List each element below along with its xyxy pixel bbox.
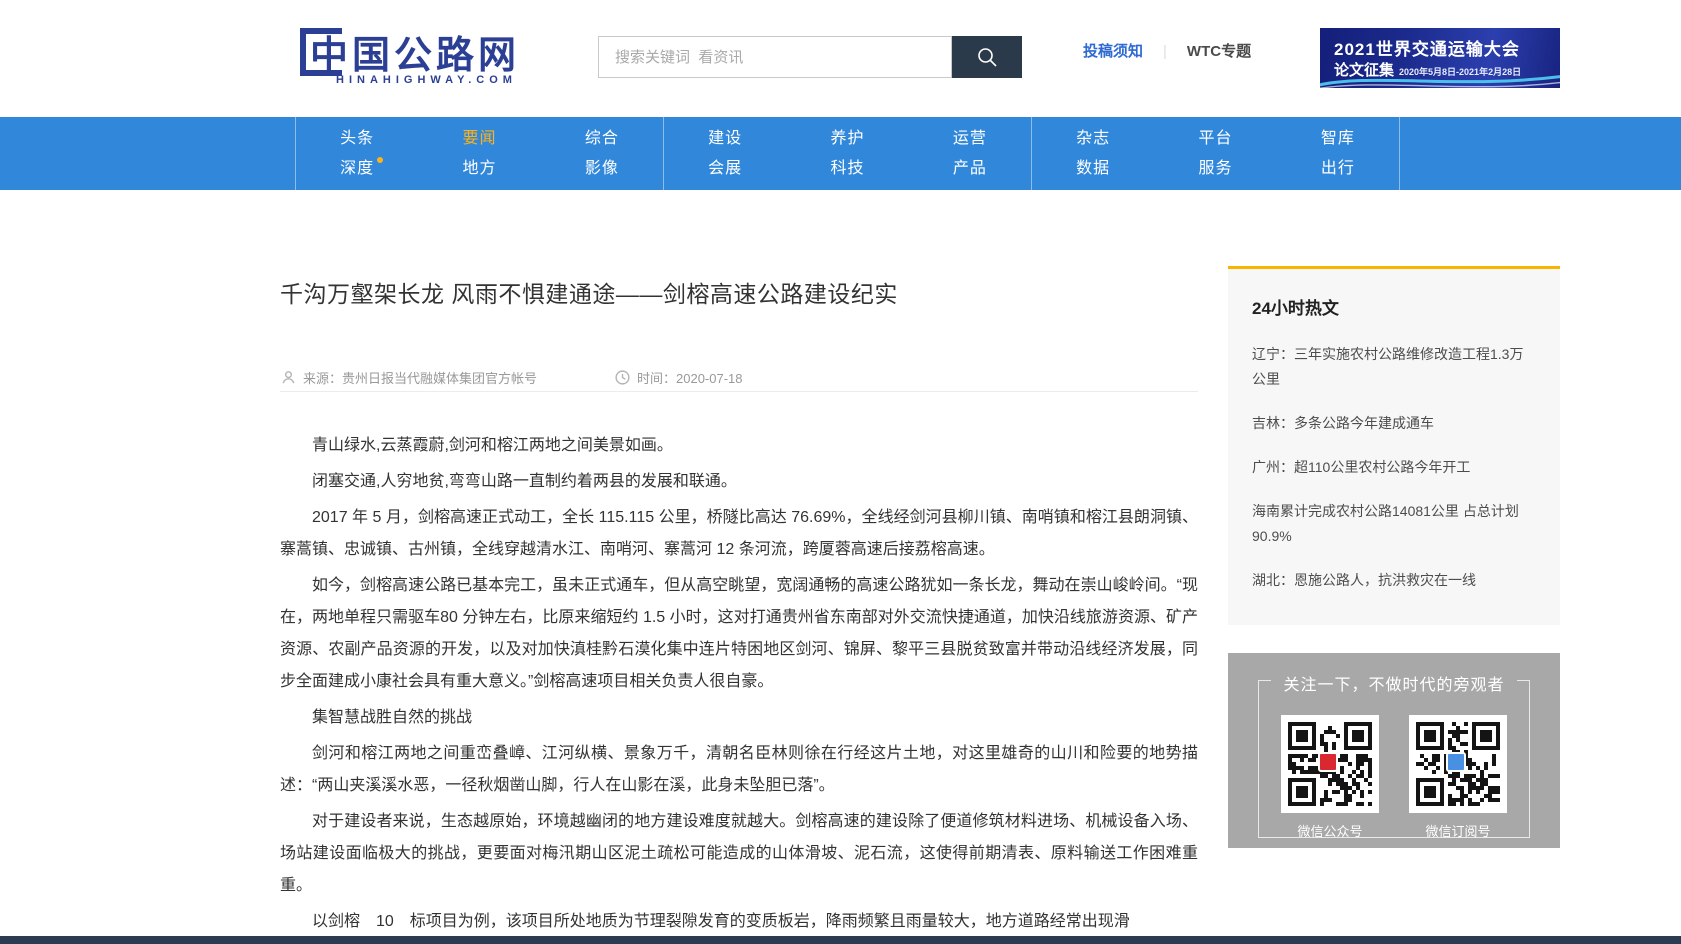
hot-article-link[interactable]: 广州：超110公里农村公路今年开工 [1252,455,1536,480]
article-paragraph: 闭塞交通,人穷地贫,弯弯山路一直制约着两县的发展和联通。 [280,466,1198,498]
nav-group: 建设会展养护科技运营产品 [663,117,1031,190]
qr-code-image [1409,715,1507,813]
article-time-wrap: 时间：2020-07-18 [614,368,743,387]
nav-column: 养护科技 [786,124,908,183]
article-paragraph: 剑河和榕江两地之间重峦叠嶂、江河纵横、景象万千，清朝名臣林则徐在行经这片土地，对… [280,738,1198,802]
qr-code-image [1281,715,1379,813]
banner-date: 2020年5月8日-2021年2月28日 [1399,67,1521,77]
nav-item-要闻[interactable]: 要闻 [462,124,496,154]
nav-item-建设[interactable]: 建设 [708,124,742,154]
nav-column: 建设会展 [664,124,786,183]
banner-line1: 2021世界交通运输大会 [1334,35,1520,60]
nav-item-头条[interactable]: 头条 [340,124,374,154]
header-links: 投稿须知 | WTC专题 [1083,40,1251,61]
nav-item-出行[interactable]: 出行 [1321,154,1355,184]
nav-item-深度[interactable]: 深度 [340,154,374,184]
hot-articles-title: 24小时热文 [1252,294,1536,319]
article-paragraph: 2017 年 5 月，剑榕高速正式动工，全长 115.115 公里，桥隧比高达 … [280,502,1198,566]
nav-column: 综合影像 [541,124,663,183]
article-body: 青山绿水,云蒸霞蔚,剑河和榕江两地之间美景如画。闭塞交通,人穷地贫,弯弯山路一直… [280,430,1198,938]
site-header: 中国公路网 HINAHIGHWAY.COM 投稿须知 | WTC专题 2021世界交… [0,0,1681,117]
article: 千沟万壑架长龙 风雨不惧建通途——剑榕高速公路建设纪实 来源：贵州日报当代融媒体… [280,252,1198,942]
nav-item-会展[interactable]: 会展 [708,154,742,184]
main-nav: 头条深度要闻地方综合影像建设会展养护科技运营产品杂志数据平台服务智库出行 [0,117,1681,190]
hot-article-link[interactable]: 吉林：多条公路今年建成通车 [1252,411,1536,436]
new-dot-icon [377,157,383,163]
article-title: 千沟万壑架长龙 风雨不惧建通途——剑榕高速公路建设纪实 [280,278,1198,310]
bottom-bar [0,936,1681,944]
nav-column: 智库出行 [1277,124,1399,183]
submission-guide-link[interactable]: 投稿须知 [1083,43,1143,60]
link-divider: | [1163,43,1167,60]
qr-label: 微信公众号 [1281,821,1379,840]
nav-item-数据[interactable]: 数据 [1076,154,1110,184]
nav-item-影像[interactable]: 影像 [585,154,619,184]
page: 中国公路网 HINAHIGHWAY.COM 投稿须知 | WTC专题 2021世界交… [0,0,1681,944]
nav-item-养护[interactable]: 养护 [830,124,864,154]
article-paragraph: 如今，剑榕高速公路已基本完工，虽未正式通车，但从高空眺望，宽阔通畅的高速公路犹如… [280,570,1198,698]
nav-group: 杂志数据平台服务智库出行 [1031,117,1400,190]
nav-column: 要闻地方 [418,124,540,183]
nav-item-服务[interactable]: 服务 [1198,154,1232,184]
hot-article-link[interactable]: 海南累计完成农村公路14081公里 占总计划90.9% [1252,499,1536,549]
nav-item-运营[interactable]: 运营 [953,124,987,154]
qr-codes-row: 微信公众号 微信订阅号 [1228,715,1560,840]
hot-article-link[interactable]: 湖北：恩施公路人，抗洪救灾在一线 [1252,568,1536,593]
qr-card: 微信订阅号 [1409,715,1507,840]
nav-item-平台[interactable]: 平台 [1198,124,1232,154]
logo-text: 中国公路网 [310,24,520,79]
nav-items-container: 头条深度要闻地方综合影像建设会展养护科技运营产品杂志数据平台服务智库出行 [295,117,1400,190]
banner-line2: 论文征集2020年5月8日-2021年2月28日 [1334,59,1521,80]
nav-column: 头条深度 [296,124,418,183]
hot-article-link[interactable]: 辽宁：三年实施农村公路维修改造工程1.3万公里 [1252,342,1536,392]
follow-box: 关注一下，不做时代的旁观者 微信公众号 微信订阅号 [1228,653,1560,848]
nav-item-杂志[interactable]: 杂志 [1076,124,1110,154]
nav-column: 运营产品 [909,124,1031,183]
article-date: 时间：2020-07-18 [637,368,743,387]
article-meta: 来源：贵州日报当代融媒体集团官方帐号 时间：2020-07-18 [280,372,1198,392]
article-paragraph: 青山绿水,云蒸霞蔚,剑河和榕江两地之间美景如画。 [280,430,1198,462]
nav-item-综合[interactable]: 综合 [585,124,619,154]
article-paragraph: 以剑榕 10 标项目为例，该项目所处地质为节理裂隙发育的变质板岩，降雨频繁且雨量… [280,906,1198,938]
logo-subtext: HINAHIGHWAY.COM [336,74,517,86]
article-paragraph: 集智慧战胜自然的挑战 [280,702,1198,734]
search-button[interactable] [952,36,1022,78]
author-icon [280,369,297,386]
search-input[interactable] [598,36,952,78]
article-source: 来源：贵州日报当代融媒体集团官方帐号 [303,368,537,387]
qr-card: 微信公众号 [1281,715,1379,840]
wtc-topic-link[interactable]: WTC专题 [1187,43,1251,60]
qr-label: 微信订阅号 [1409,821,1507,840]
search-icon [975,45,999,69]
hot-articles-list: 辽宁：三年实施农村公路维修改造工程1.3万公里吉林：多条公路今年建成通车广州：超… [1252,342,1536,593]
clock-icon [614,369,631,386]
article-paragraph: 对于建设者来说，生态越原始，环境越幽闭的地方建设难度就越大。剑榕高速的建设除了便… [280,806,1198,902]
nav-item-地方[interactable]: 地方 [462,154,496,184]
banner-ad[interactable]: 2021世界交通运输大会 论文征集2020年5月8日-2021年2月28日 [1320,28,1560,88]
hot-articles-box: 24小时热文 辽宁：三年实施农村公路维修改造工程1.3万公里吉林：多条公路今年建… [1228,266,1560,625]
nav-item-智库[interactable]: 智库 [1321,124,1355,154]
site-logo[interactable]: 中国公路网 HINAHIGHWAY.COM [300,22,560,98]
nav-column: 平台服务 [1154,124,1276,183]
nav-column: 杂志数据 [1032,124,1154,183]
nav-item-产品[interactable]: 产品 [953,154,987,184]
follow-title: 关注一下，不做时代的旁观者 [1228,671,1560,695]
nav-group: 头条深度要闻地方综合影像 [295,117,663,190]
nav-item-科技[interactable]: 科技 [830,154,864,184]
